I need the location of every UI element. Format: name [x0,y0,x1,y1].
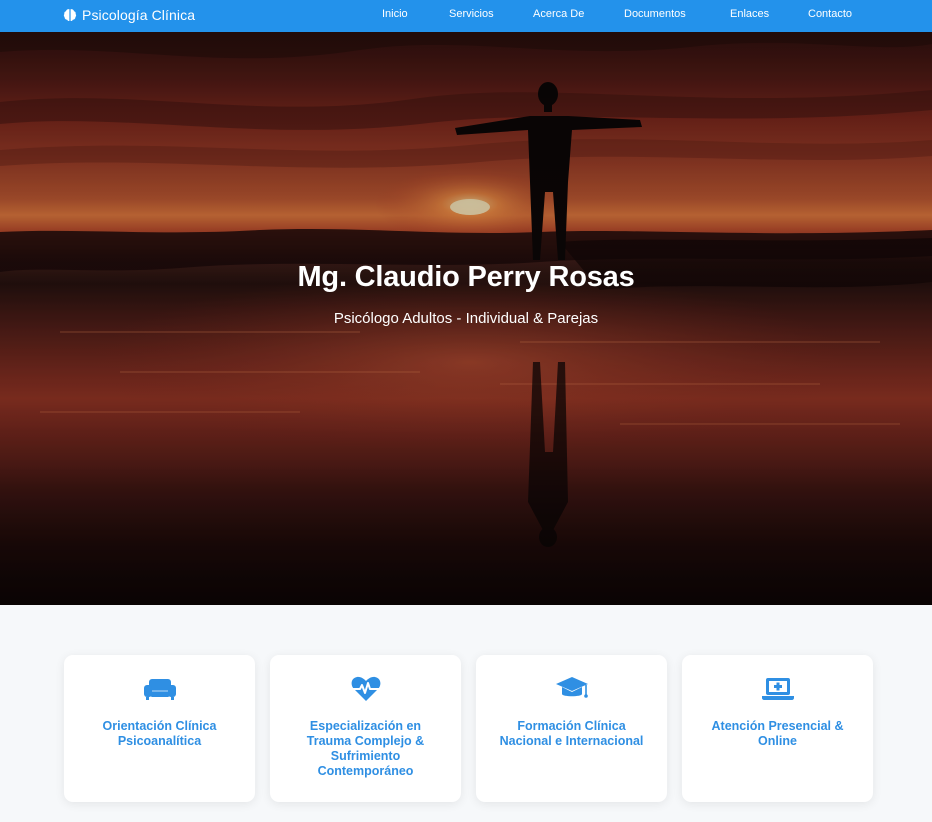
brain-icon [63,9,77,21]
feature-title: Atención Presencial & Online [711,719,844,748]
feature-card-formacion[interactable]: Formación Clínica Nacional e Internacion… [476,655,667,802]
nav-link-servicios[interactable]: Servicios [449,8,494,20]
nav-link-contacto[interactable]: Contacto [808,8,852,20]
graduation-cap-icon [555,675,589,703]
heartbeat-icon [349,675,383,703]
feature-title: Orientación Clínica Psicoanalítica [102,719,217,748]
nav-link-inicio[interactable]: Inicio [382,8,408,20]
hero-section: Mg. Claudio Perry Rosas Psicólogo Adulto… [0,32,932,605]
feature-card-atencion[interactable]: Atención Presencial & Online [682,655,873,802]
feature-card-especializacion[interactable]: Especialización en Trauma Complejo & Suf… [270,655,461,802]
nav-link-enlaces[interactable]: Enlaces [730,8,769,20]
feature-title: Especialización en Trauma Complejo & Suf… [306,719,425,778]
feature-title: Formación Clínica Nacional e Internacion… [499,719,644,748]
hero-title: Mg. Claudio Perry Rosas [297,261,635,293]
nav-link-acerca-de[interactable]: Acerca De [533,8,584,20]
brand-link[interactable]: Psicología Clínica [63,6,195,24]
nav-link-documentos[interactable]: Documentos [624,8,686,20]
navbar: Psicología Clínica Inicio Servicios Acer… [0,0,932,32]
hero-subtitle: Psicólogo Adultos - Individual & Parejas [333,310,599,327]
couch-icon [143,675,177,703]
laptop-medical-icon [761,675,795,703]
feature-card-orientacion[interactable]: Orientación Clínica Psicoanalítica [64,655,255,802]
features-section: Orientación Clínica Psicoanalítica Espec… [0,605,932,822]
brand-name: Psicología Clínica [82,7,196,23]
